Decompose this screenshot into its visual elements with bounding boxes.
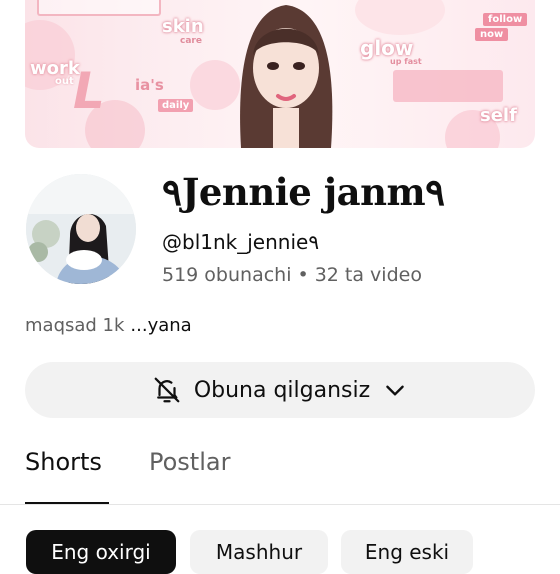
stats-separator: • [297,264,309,286]
banner-text-daily: daily [158,99,194,112]
chip-latest[interactable]: Eng oxirgi [26,530,176,574]
chip-popular[interactable]: Mashhur [190,530,328,574]
channel-handle: @bl1nk_jennie٩ [162,230,320,254]
banner-frame [37,0,161,16]
channel-banner: work out skin care L ia's daily glow up … [25,0,535,148]
description-text: maqsad 1k [25,315,125,336]
banner-text-lias: L [73,62,105,120]
video-count: 32 ta video [314,264,422,286]
tab-posts[interactable]: Postlar [149,448,230,502]
banner-text-lias-suffix: ia's [135,76,164,94]
channel-description[interactable]: maqsad 1k ...yana [25,315,192,336]
avatar-image [26,174,136,284]
tab-shorts[interactable]: Shorts [25,448,102,502]
subscriber-count: 519 obunachi [162,264,292,286]
banner-text-now: now [475,28,509,41]
tabs-divider [0,504,560,505]
banner-heart-decoration [355,0,445,35]
subscribed-button-label: Obuna qilgansiz [193,377,371,403]
description-more-link[interactable]: ...yana [130,315,191,336]
banner-box [393,70,503,102]
channel-avatar[interactable] [26,174,136,284]
bell-off-icon [152,375,182,405]
banner-text-follow: follow [483,13,528,26]
banner-text-skin: skin [162,16,204,37]
banner-portrait-illustration [240,5,333,148]
banner-text-care: care [180,36,202,46]
banner-text-up-fast: up fast [390,57,422,66]
banner-text-self: self [480,105,517,126]
banner-text-out: out [55,76,74,87]
subscribed-button[interactable]: Obuna qilgansiz [25,362,535,418]
channel-stats: 519 obunachi • 32 ta video [162,264,422,286]
chip-oldest[interactable]: Eng eski [341,530,473,574]
channel-name: ٩Jennie janm٩ [162,170,446,214]
chevron-down-icon [382,377,408,403]
channel-tabs: Shorts Postlar [25,448,560,506]
